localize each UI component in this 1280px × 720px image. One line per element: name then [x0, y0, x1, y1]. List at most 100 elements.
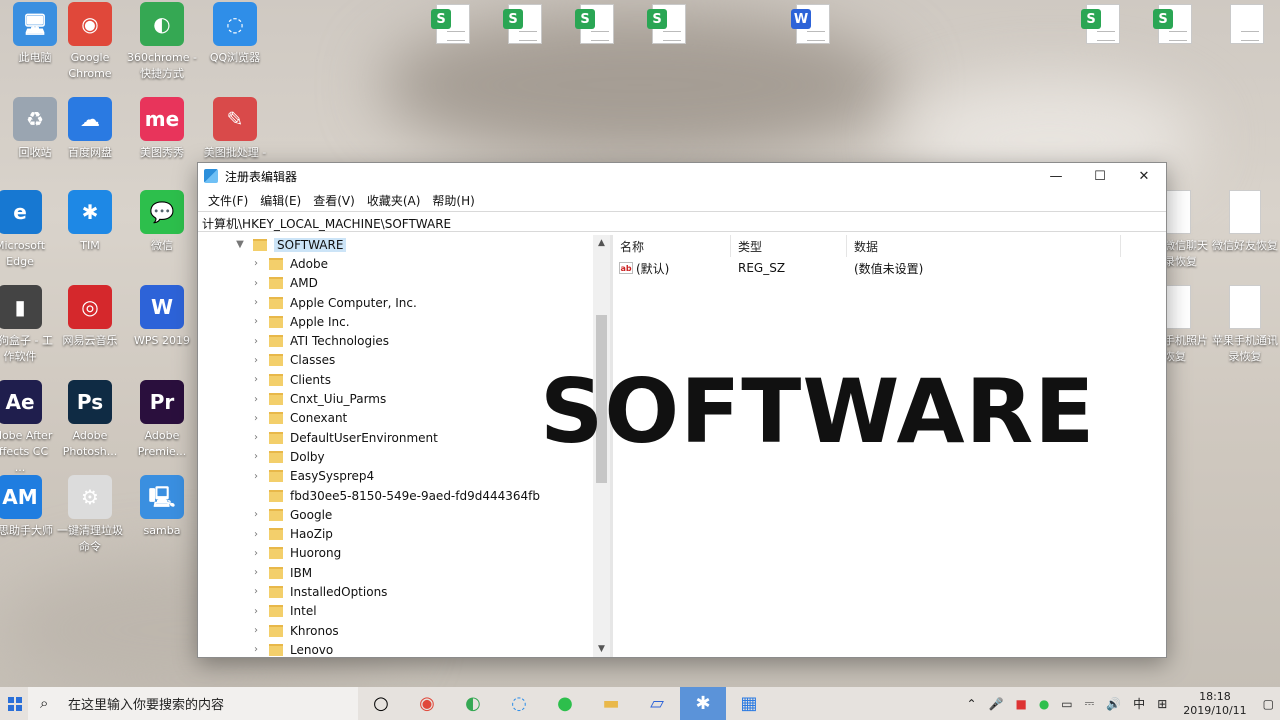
address-bar[interactable]: 计算机\HKEY_LOCAL_MACHINE\SOFTWARE: [198, 211, 1166, 232]
tree-item[interactable]: › InstalledOptions: [198, 582, 610, 601]
spreadsheet-file-icon[interactable]: S: [503, 4, 542, 44]
close-button[interactable]: ✕: [1122, 163, 1166, 189]
title-bar[interactable]: 注册表编辑器 — ☐ ✕: [198, 163, 1166, 189]
tree-item[interactable]: › Khronos: [198, 621, 610, 640]
tree-item[interactable]: › Google: [198, 505, 610, 524]
desktop-icon[interactable]: Pr Adobe Premie...: [127, 380, 197, 460]
chevron-right-icon[interactable]: ›: [250, 278, 262, 289]
tree-item[interactable]: › Huorong: [198, 544, 610, 563]
column-type[interactable]: 类型: [731, 235, 847, 257]
desktop-icon[interactable]: ✱ TIM: [55, 190, 125, 254]
chevron-right-icon[interactable]: ›: [250, 258, 262, 269]
chevron-right-icon[interactable]: ›: [250, 432, 262, 443]
spreadsheet-file-icon[interactable]: S: [1081, 4, 1120, 44]
spreadsheet-file-icon[interactable]: S: [431, 4, 470, 44]
chevron-right-icon[interactable]: ›: [250, 548, 262, 559]
menu-view[interactable]: 查看(V): [307, 192, 361, 209]
menu-help[interactable]: 帮助(H): [426, 192, 480, 209]
desktop-icon[interactable]: ✎ 美图批处理 -: [200, 97, 270, 161]
desktop-icon[interactable]: Ps Adobe Photosh...: [55, 380, 125, 460]
desktop-icon[interactable]: ⚙ 一键清理垃圾命令: [55, 475, 125, 555]
text-file-icon[interactable]: [1230, 4, 1264, 44]
desktop-icon[interactable]: 💬 微信: [127, 190, 197, 254]
scroll-up-icon[interactable]: ▲: [593, 235, 610, 251]
taskbar-search[interactable]: ⌕ 在这里输入你要搜索的内容: [28, 687, 358, 720]
chevron-up-icon[interactable]: ⌃: [960, 697, 982, 711]
qq-browser-taskbar-icon[interactable]: ◌: [496, 687, 542, 720]
volume-icon[interactable]: 🔊: [1100, 697, 1127, 711]
desktop-icon[interactable]: ◐ 360chrome - 快捷方式: [127, 2, 197, 82]
tree-item[interactable]: › Intel: [198, 602, 610, 621]
desktop-icon[interactable]: me 美图秀秀: [127, 97, 197, 161]
chevron-down-icon[interactable]: ▼: [234, 239, 246, 250]
tree-root[interactable]: ▼ SOFTWARE: [198, 235, 610, 254]
minimize-button[interactable]: —: [1034, 163, 1078, 189]
input-grid-icon[interactable]: ⊞: [1151, 697, 1173, 711]
tree-item[interactable]: › EasySysprep4: [198, 467, 610, 486]
chevron-right-icon[interactable]: ›: [250, 336, 262, 347]
chevron-right-icon[interactable]: ›: [250, 606, 262, 617]
desktop-icon[interactable]: ◉ Google Chrome: [55, 2, 125, 82]
tim-taskbar-icon[interactable]: ✱: [680, 687, 726, 720]
tree-item[interactable]: › Apple Computer, Inc.: [198, 293, 610, 312]
clock[interactable]: 18:18 2019/10/11: [1173, 690, 1256, 718]
chevron-right-icon[interactable]: ›: [250, 509, 262, 520]
desktop-icon[interactable]: ◌ QQ浏览器: [200, 2, 270, 66]
chevron-right-icon[interactable]: ›: [250, 374, 262, 385]
chevron-right-icon[interactable]: ›: [250, 413, 262, 424]
tree-item[interactable]: fbd30ee5-8150-549e-9aed-fd9d444364fb: [198, 486, 610, 505]
battery-icon[interactable]: ▭: [1055, 697, 1078, 711]
chevron-right-icon[interactable]: ›: [250, 451, 262, 462]
chevron-right-icon[interactable]: ›: [250, 471, 262, 482]
360chrome-taskbar-icon[interactable]: ◐: [450, 687, 496, 720]
network-icon[interactable]: ⎓: [1079, 696, 1101, 711]
spreadsheet-file-icon[interactable]: S: [647, 4, 686, 44]
column-name[interactable]: 名称: [613, 235, 731, 257]
menu-favorites[interactable]: 收藏夹(A): [361, 192, 427, 209]
chrome-taskbar-icon[interactable]: ◉: [404, 687, 450, 720]
desktop-icon[interactable]: ◎ 网易云音乐: [55, 285, 125, 349]
chevron-right-icon[interactable]: ›: [250, 625, 262, 636]
menu-file[interactable]: 文件(F): [202, 192, 254, 209]
desktop-icon[interactable]: ☁ 百度网盘: [55, 97, 125, 161]
desktop-icon[interactable]: W WPS 2019: [127, 285, 197, 349]
chevron-right-icon[interactable]: ›: [250, 297, 262, 308]
desktop-icon[interactable]: 微信好友恢复: [1210, 190, 1280, 254]
spreadsheet-file-icon[interactable]: S: [575, 4, 614, 44]
desktop-icon[interactable]: 🖳 samba: [127, 475, 197, 539]
tree-item[interactable]: › IBM: [198, 563, 610, 582]
desktop-icon[interactable]: AM 爱思助手大师: [0, 475, 55, 539]
desktop-icon[interactable]: ▮ 酷狗盒子 - 工作软件: [0, 285, 55, 365]
list-row[interactable]: ab (默认) REG_SZ (数值未设置): [613, 257, 1166, 279]
microphone-icon[interactable]: 🎤: [983, 697, 1010, 711]
tree-item[interactable]: › Apple Inc.: [198, 312, 610, 331]
chevron-right-icon[interactable]: ›: [250, 394, 262, 405]
column-data[interactable]: 数据: [847, 235, 1121, 257]
chevron-right-icon[interactable]: ›: [250, 355, 262, 366]
tree-item[interactable]: › Adobe: [198, 254, 610, 273]
notepad-taskbar-icon[interactable]: ▱: [634, 687, 680, 720]
scroll-down-icon[interactable]: ▼: [593, 641, 610, 657]
chevron-right-icon[interactable]: ›: [250, 644, 262, 655]
spreadsheet-file-icon[interactable]: S: [1153, 4, 1192, 44]
record-icon[interactable]: ■: [1009, 697, 1032, 711]
desktop-icon[interactable]: Ae Adobe After Effects CC ...: [0, 380, 55, 476]
chevron-right-icon[interactable]: ›: [250, 567, 262, 578]
chevron-right-icon[interactable]: ›: [250, 316, 262, 327]
tree-item[interactable]: › HaoZip: [198, 524, 610, 543]
notification-icon[interactable]: ▢: [1257, 697, 1280, 711]
chevron-right-icon[interactable]: ›: [250, 529, 262, 540]
tree-item[interactable]: › ATI Technologies: [198, 331, 610, 350]
regedit-taskbar-icon[interactable]: ▦: [726, 687, 772, 720]
task-view-icon[interactable]: ○: [358, 687, 404, 720]
desktop-icon[interactable]: 苹果手机通讯录恢复: [1210, 285, 1280, 365]
windows-start-icon[interactable]: [8, 697, 22, 711]
chevron-right-icon[interactable]: ›: [250, 586, 262, 597]
wechat-tray-icon[interactable]: ●: [1033, 697, 1055, 711]
file-explorer-taskbar-icon[interactable]: ▬: [588, 687, 634, 720]
wechat-taskbar-icon[interactable]: ●: [542, 687, 588, 720]
tree-item[interactable]: › Lenovo: [198, 640, 610, 657]
ime-indicator[interactable]: 中: [1127, 695, 1151, 712]
document-file-icon[interactable]: W: [791, 4, 830, 44]
menu-edit[interactable]: 编辑(E): [254, 192, 307, 209]
